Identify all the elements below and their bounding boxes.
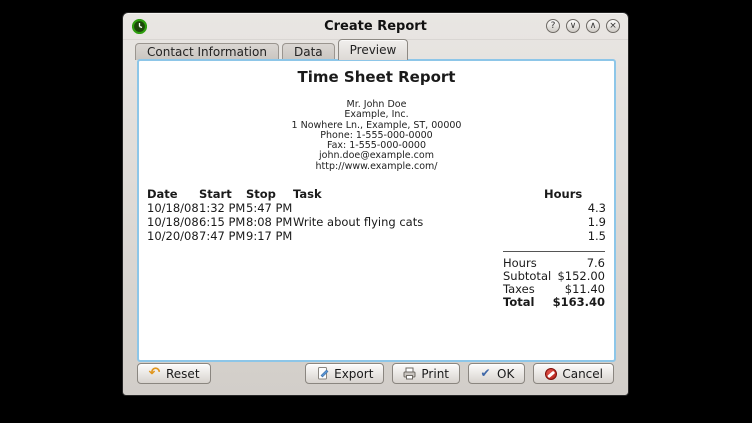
header-start: Start: [199, 187, 246, 201]
cell-stop: 9:17 PM: [246, 229, 293, 243]
cancel-button[interactable]: Cancel: [533, 363, 614, 384]
header-stop: Stop: [246, 187, 293, 201]
report-preview-panel[interactable]: Time Sheet Report Mr. John Doe Example, …: [137, 59, 616, 362]
close-button[interactable]: ×: [606, 19, 620, 33]
contact-block: Mr. John Doe Example, Inc. 1 Nowhere Ln.…: [147, 100, 606, 172]
export-button-label: Export: [334, 367, 373, 381]
shade-button[interactable]: ∨: [566, 19, 580, 33]
totals-total-row: Total $163.40: [503, 296, 605, 309]
titlebar[interactable]: Create Report ? ∨ ∧ ×: [123, 13, 628, 40]
cell-task: [293, 229, 544, 243]
report-title: Time Sheet Report: [147, 68, 606, 86]
tab-preview[interactable]: Preview: [338, 39, 409, 60]
ok-button[interactable]: ✔ OK: [468, 363, 525, 384]
print-button-label: Print: [421, 367, 449, 381]
cell-stop: 8:08 PM: [246, 215, 293, 229]
ok-button-label: OK: [497, 367, 514, 381]
cell-date: 10/18/08: [147, 215, 199, 229]
maximize-button[interactable]: ∧: [586, 19, 600, 33]
header-date: Date: [147, 187, 199, 201]
tab-bar: Contact Information Data Preview: [135, 43, 616, 60]
clock-icon: [132, 19, 147, 34]
cell-start: 1:32 PM: [199, 201, 246, 215]
header-task: Task: [293, 187, 544, 201]
table-row: 10/18/08 6:15 PM 8:08 PM Write about fly…: [147, 215, 606, 229]
table-header-row: Date Start Stop Task Hours: [147, 187, 606, 201]
tab-contact-information[interactable]: Contact Information: [135, 43, 279, 60]
dialog-button-row: ↶ Reset Export: [137, 363, 614, 384]
reset-button-label: Reset: [166, 367, 200, 381]
cell-task: [293, 201, 544, 215]
cell-hours: 1.9: [544, 215, 606, 229]
cell-start: 7:47 PM: [199, 229, 246, 243]
cell-date: 10/18/08: [147, 201, 199, 215]
contact-line: http://www.example.com/: [147, 162, 606, 172]
timesheet-table: Date Start Stop Task Hours 10/18/08 1:32…: [147, 187, 606, 243]
cell-hours: 4.3: [544, 201, 606, 215]
print-button[interactable]: Print: [392, 363, 460, 384]
table-row: 10/18/08 1:32 PM 5:47 PM 4.3: [147, 201, 606, 215]
help-button[interactable]: ?: [546, 19, 560, 33]
totals-block: Hours 7.6 Subtotal $152.00 Taxes $11.40 …: [503, 251, 605, 309]
cell-start: 6:15 PM: [199, 215, 246, 229]
table-row: 10/20/08 7:47 PM 9:17 PM 1.5: [147, 229, 606, 243]
cell-date: 10/20/08: [147, 229, 199, 243]
cell-task: Write about flying cats: [293, 215, 544, 229]
window-controls: ? ∨ ∧ ×: [546, 19, 620, 33]
totals-label: Total: [503, 296, 534, 309]
cell-hours: 1.5: [544, 229, 606, 243]
checkmark-icon: ✔: [479, 367, 492, 380]
printer-icon: [403, 367, 416, 380]
totals-value: $163.40: [553, 296, 605, 309]
create-report-window: Create Report ? ∨ ∧ × Contact Informatio…: [122, 12, 629, 396]
reset-button[interactable]: ↶ Reset: [137, 363, 211, 384]
tab-data[interactable]: Data: [282, 43, 335, 60]
export-button[interactable]: Export: [305, 363, 384, 384]
export-document-icon: [316, 367, 329, 380]
undo-icon: ↶: [148, 367, 161, 380]
header-hours: Hours: [544, 187, 606, 201]
cell-stop: 5:47 PM: [246, 201, 293, 215]
cancel-icon: [544, 367, 557, 380]
cancel-button-label: Cancel: [562, 367, 603, 381]
